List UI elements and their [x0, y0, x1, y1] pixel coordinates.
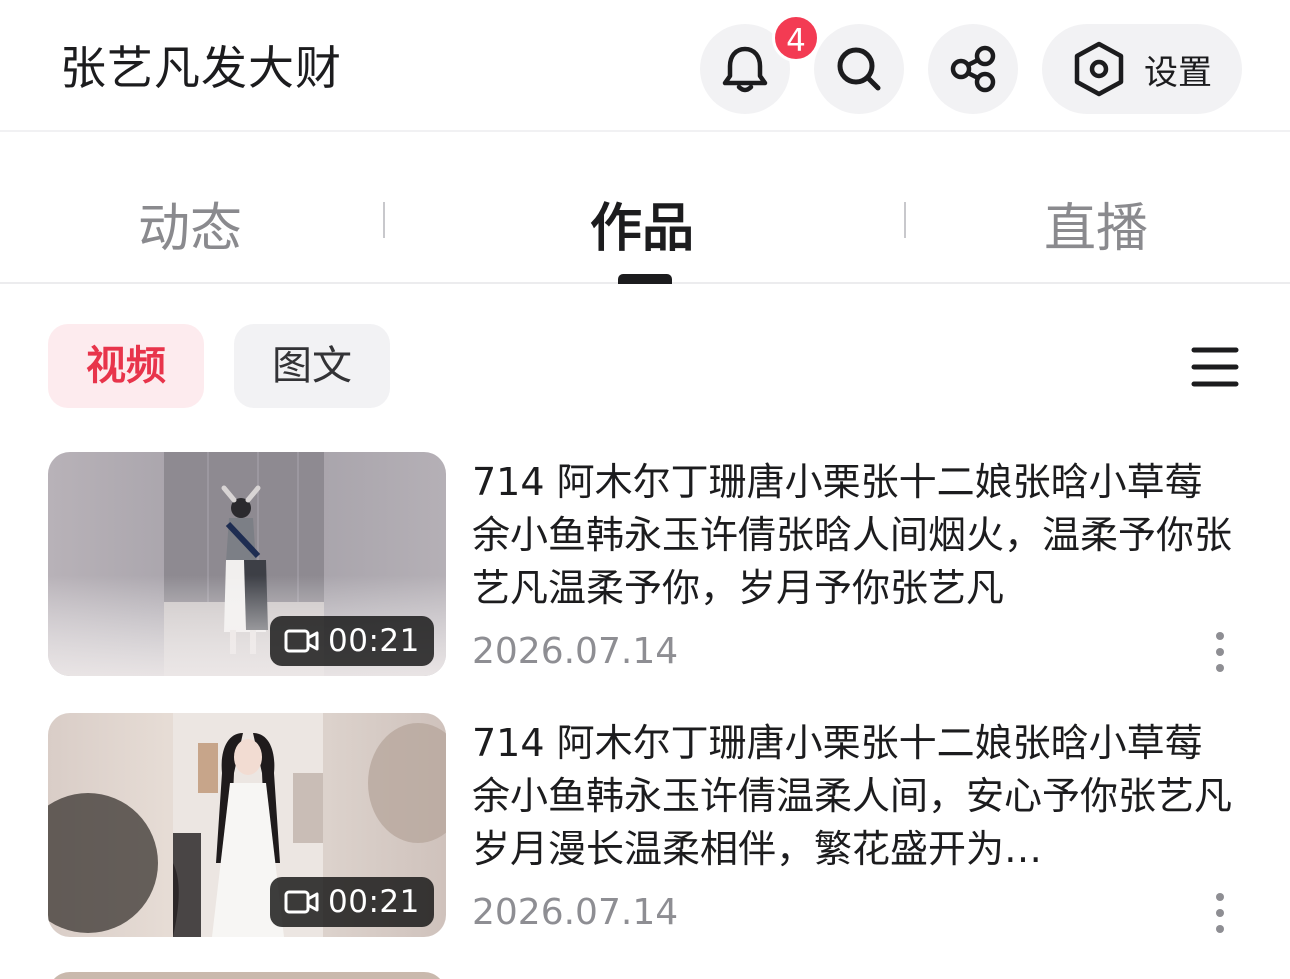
tab-divider [383, 202, 385, 238]
more-vertical-icon [1216, 893, 1224, 933]
share-icon [950, 45, 996, 93]
account-name: 张艺凡发大财 [60, 41, 342, 95]
tab-dongtai[interactable]: 动态 [138, 194, 242, 264]
search-button[interactable] [814, 24, 904, 114]
duration-badge: 00:21 [270, 877, 434, 927]
tab-divider [904, 202, 906, 238]
profile-works-page: 张艺凡发大财 4 设置 动态 作品 直播 视频 图文 00:21 714 阿木尔… [0, 0, 1290, 979]
video-date: 2026.07.14 [472, 631, 679, 672]
settings-button[interactable]: 设置 [1042, 24, 1242, 114]
settings-hexagon-icon [1074, 41, 1124, 97]
duration-text: 00:21 [328, 623, 420, 659]
filter-image-text-chip[interactable]: 图文 [234, 324, 390, 408]
notification-badge: 4 [772, 14, 820, 62]
video-list-item[interactable]: 00:21 714 阿木尔丁珊唐小栗张十二娘张晗小草莓余小鱼韩永玉许倩张晗人间烟… [0, 452, 1290, 682]
active-tab-indicator [618, 274, 672, 284]
video-camera-icon [284, 890, 319, 914]
video-date: 2026.07.14 [472, 892, 679, 933]
list-menu-button[interactable] [1190, 342, 1240, 392]
video-thumbnail-partial[interactable] [48, 972, 446, 979]
filter-video-chip[interactable]: 视频 [48, 324, 204, 408]
duration-badge: 00:21 [270, 616, 434, 666]
tab-zuopin[interactable]: 作品 [590, 194, 694, 264]
bell-icon [722, 46, 768, 93]
video-list-item[interactable]: 00:21 714 阿木尔丁珊唐小栗张十二娘张晗小草莓余小鱼韩永玉许倩温柔人间，… [0, 713, 1290, 943]
settings-label: 设置 [1144, 52, 1212, 93]
search-icon [837, 47, 881, 91]
menu-icon [1191, 347, 1239, 387]
top-bar: 张艺凡发大财 4 设置 [0, 0, 1290, 132]
tab-zhibo[interactable]: 直播 [1044, 194, 1148, 264]
duration-text: 00:21 [328, 884, 420, 920]
video-thumbnail[interactable]: 00:21 [48, 713, 446, 937]
share-button[interactable] [928, 24, 1018, 114]
more-vertical-icon [1216, 632, 1224, 672]
video-title[interactable]: 714 阿木尔丁珊唐小栗张十二娘张晗小草莓余小鱼韩永玉许倩张晗人间烟火，温柔予你… [472, 456, 1232, 615]
video-thumbnail[interactable]: 00:21 [48, 452, 446, 676]
video-camera-icon [284, 629, 319, 653]
more-options-button[interactable] [1204, 630, 1236, 674]
more-options-button[interactable] [1204, 891, 1236, 935]
content-tabs: 动态 作品 直播 [0, 134, 1290, 284]
video-title[interactable]: 714 阿木尔丁珊唐小栗张十二娘张晗小草莓余小鱼韩永玉许倩温柔人间，安心予你张艺… [472, 717, 1232, 876]
